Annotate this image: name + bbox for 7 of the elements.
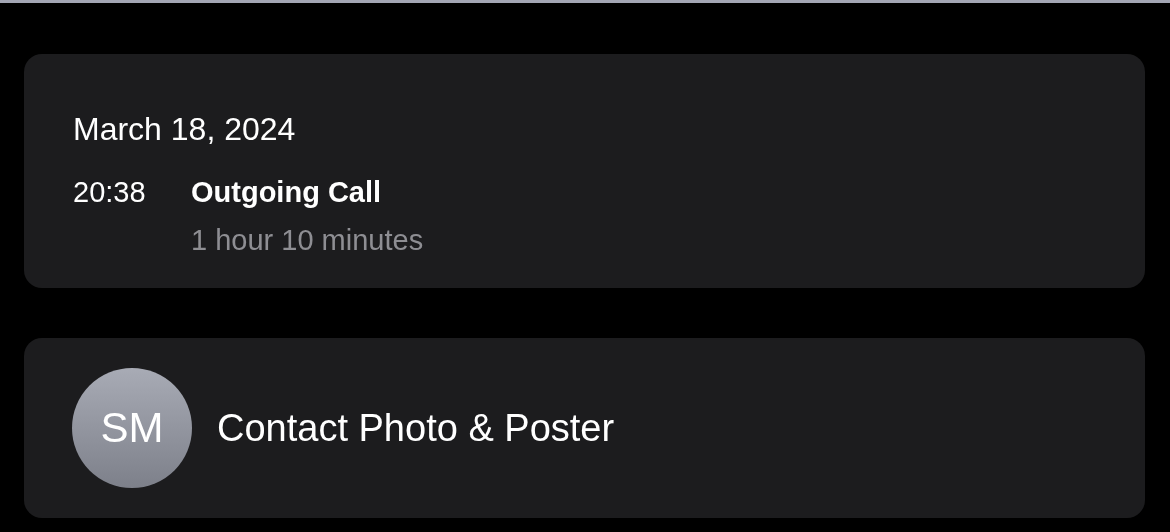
call-duration: 1 hour 10 minutes (191, 223, 424, 258)
avatar: SM (72, 368, 192, 488)
call-date: March 18, 2024 (73, 110, 297, 148)
contact-photo-row[interactable]: SM Contact Photo & Poster (24, 338, 1145, 518)
call-type: Outgoing Call (191, 175, 383, 210)
contact-photo-label: Contact Photo & Poster (217, 406, 615, 450)
call-time: 20:38 (73, 175, 147, 210)
